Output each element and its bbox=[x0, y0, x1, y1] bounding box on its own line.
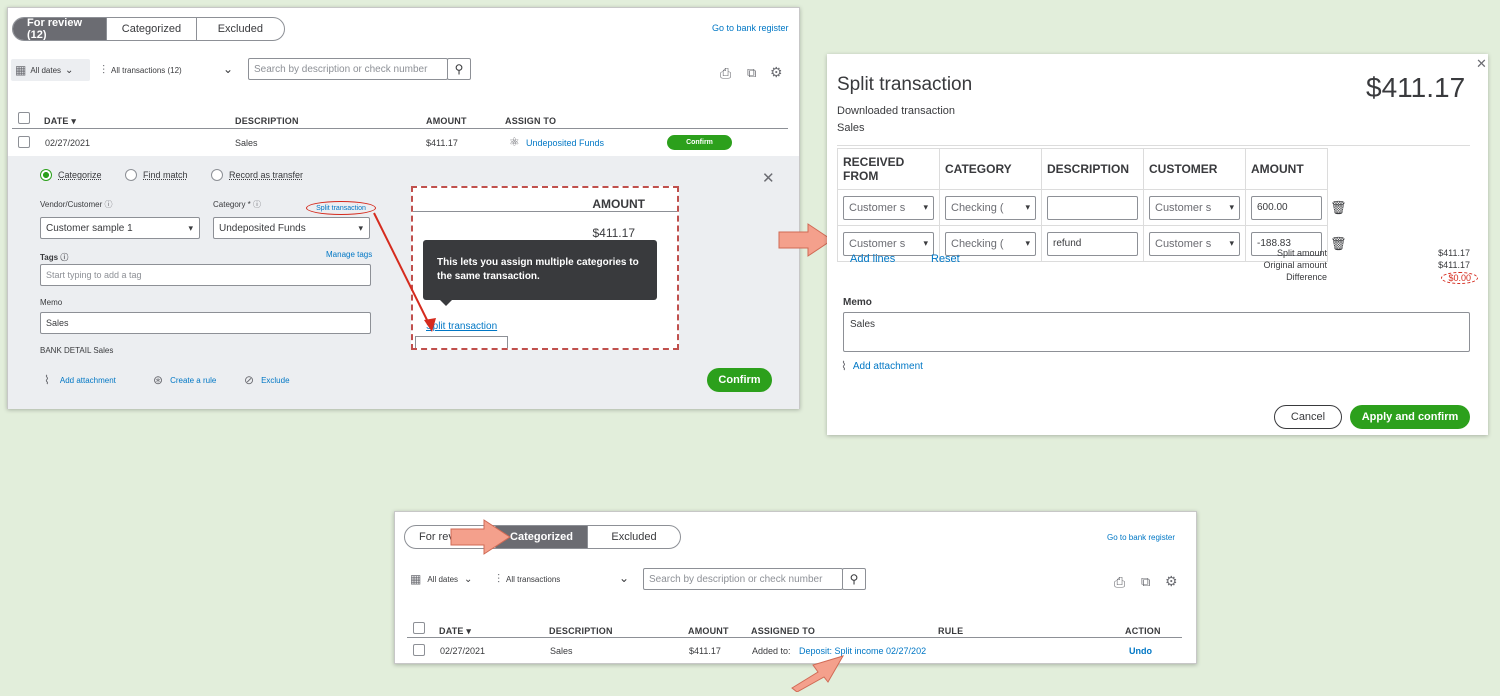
transactions-filter-label: All transactions bbox=[506, 575, 561, 584]
paperclip-icon: ⌇ bbox=[841, 359, 847, 373]
add-attachment-label: Add attachment bbox=[852, 360, 923, 372]
summary-original: Original amount $411.17 bbox=[1263, 260, 1470, 270]
col-description: DESCRIPTION bbox=[1041, 148, 1144, 190]
category-select[interactable]: Checking ( bbox=[945, 231, 1036, 256]
date-column-header[interactable]: DATE ▾ bbox=[439, 626, 471, 637]
export-icon[interactable]: ⧉ bbox=[1141, 574, 1150, 590]
customer-select[interactable]: Customer s bbox=[1149, 195, 1240, 220]
split-transaction-dialog: ✕ Split transaction $411.17 Downloaded t… bbox=[827, 54, 1488, 435]
split-lines-table: RECEIVED FROM CATEGORY DESCRIPTION CUSTO… bbox=[837, 148, 1350, 262]
dialog-title: Split transaction bbox=[837, 74, 973, 95]
search-button[interactable]: ⚲ bbox=[842, 568, 866, 590]
rule-column-header: RULE bbox=[938, 626, 964, 636]
memo-label: Memo bbox=[843, 297, 872, 308]
close-icon[interactable]: ✕ bbox=[1476, 56, 1487, 72]
summary-difference: Difference $0.00 bbox=[1207, 272, 1478, 284]
pink-arrow-right bbox=[778, 223, 833, 257]
title-divider bbox=[837, 145, 1470, 146]
difference-value: $0.00 bbox=[1441, 272, 1478, 284]
action-column-header: ACTION bbox=[1125, 626, 1161, 636]
col-received-from: RECEIVED FROM bbox=[837, 148, 940, 190]
search-input[interactable]: Search by description or check number bbox=[643, 568, 843, 590]
tab-excluded[interactable]: Excluded bbox=[588, 526, 680, 548]
downloaded-label: Downloaded transaction bbox=[837, 105, 956, 117]
cancel-button[interactable]: Cancel bbox=[1274, 405, 1342, 429]
search-icon: ⚲ bbox=[849, 572, 859, 586]
split-summary: Split amount $411.17 Original amount $411.… bbox=[1207, 248, 1478, 284]
received-from-select[interactable]: Customer s bbox=[843, 195, 934, 220]
description-input[interactable]: refund bbox=[1047, 231, 1138, 256]
header-divider bbox=[407, 637, 1182, 638]
row-description: Sales bbox=[550, 646, 573, 656]
chevron-down-icon: ⌄ bbox=[464, 573, 473, 585]
downloaded-sub: Sales bbox=[837, 122, 865, 134]
amount-input[interactable]: 600.00 bbox=[1251, 195, 1322, 220]
col-actions bbox=[1327, 148, 1350, 190]
summary-split: Split amount $411.17 bbox=[1276, 248, 1470, 258]
calendar-icon: ▦ bbox=[410, 572, 422, 586]
red-pointer-arrow bbox=[373, 212, 436, 332]
table-row: Customer s Checking ( Customer s 600.00 … bbox=[837, 189, 1350, 226]
row-checkbox[interactable] bbox=[413, 644, 425, 656]
categorized-transactions-panel: For revi Categorized Excluded Go to bank… bbox=[394, 511, 1197, 664]
received-from-select[interactable]: Customer s bbox=[843, 231, 934, 256]
description-column-header: DESCRIPTION bbox=[549, 626, 613, 636]
description-input[interactable] bbox=[1047, 195, 1138, 220]
date-filter-label: All dates bbox=[427, 574, 459, 584]
go-to-bank-register-link[interactable]: Go to bank register bbox=[1107, 533, 1175, 542]
print-icon[interactable]: ⎙ bbox=[1114, 574, 1125, 591]
col-customer: CUSTOMER bbox=[1143, 148, 1246, 190]
add-attachment[interactable]: ⌇ Add attachment bbox=[841, 359, 923, 373]
dialog-total: $411.17 bbox=[1366, 72, 1466, 103]
bank-transactions-panel: For review (12) Categorized Excluded Go … bbox=[7, 7, 800, 409]
col-category: CATEGORY bbox=[939, 148, 1042, 190]
row-date: 02/27/2021 bbox=[440, 646, 486, 656]
add-lines-link[interactable]: Add lines bbox=[850, 253, 895, 265]
filter-sliders-icon: ⫶ bbox=[497, 572, 501, 586]
gear-icon[interactable]: ⚙ bbox=[1165, 573, 1178, 590]
transaction-tabs: For revi Categorized Excluded bbox=[404, 525, 681, 549]
row-amount: $411.17 bbox=[689, 646, 721, 656]
pink-arrow-to-tab bbox=[450, 519, 511, 555]
row-added-to: Added to: bbox=[752, 646, 791, 656]
date-filter[interactable]: ▦ All dates ⌄ bbox=[410, 572, 472, 586]
chevron-down-icon[interactable]: ⌄ bbox=[619, 571, 629, 585]
memo-textarea[interactable]: Sales bbox=[843, 312, 1470, 352]
category-select[interactable]: Checking ( bbox=[945, 195, 1036, 220]
apply-and-confirm-button[interactable]: Apply and confirm bbox=[1350, 405, 1470, 429]
amount-column-header: AMOUNT bbox=[688, 626, 729, 636]
assigned-column-header: ASSIGNED TO bbox=[751, 626, 816, 636]
reset-link[interactable]: Reset bbox=[931, 253, 960, 265]
select-all-checkbox[interactable] bbox=[413, 622, 425, 634]
pink-arrow-to-link bbox=[791, 655, 845, 692]
transactions-filter[interactable]: ⫶ All transactions bbox=[497, 572, 560, 587]
col-amount: AMOUNT bbox=[1245, 148, 1328, 190]
trash-icon[interactable]: 🗑 bbox=[1330, 200, 1347, 215]
undo-link[interactable]: Undo bbox=[1129, 646, 1152, 656]
